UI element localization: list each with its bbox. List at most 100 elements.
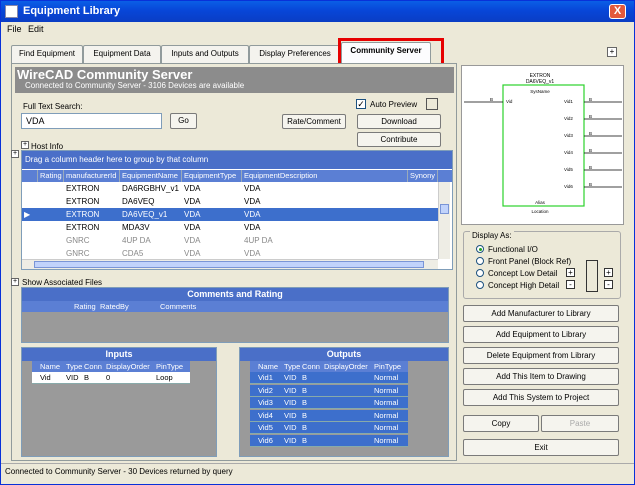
table-row[interactable]: Vid VID B 0 Loop	[32, 372, 190, 384]
copy-button[interactable]: Copy	[463, 415, 539, 432]
table-row[interactable]: Vid2 VID B Normal	[250, 384, 408, 397]
outputs-col[interactable]: Name	[258, 361, 278, 372]
concept-right-minus-icon[interactable]: -	[604, 280, 613, 289]
cell-equipment-description: VDA	[244, 197, 261, 206]
cell-equipment-type: VDA	[184, 197, 201, 206]
cell-equipment-description: VDA	[244, 210, 261, 219]
grid-hscrollbar[interactable]	[22, 259, 438, 269]
inputs-title: Inputs	[22, 348, 216, 361]
add-item-to-drawing-button[interactable]: Add This Item to Drawing	[463, 368, 619, 385]
radio-front-panel[interactable]	[476, 257, 484, 265]
col-comment-rating[interactable]: Rating	[74, 301, 96, 312]
option-front-panel[interactable]: Front Panel (Block Ref)	[488, 257, 571, 266]
rate-comment-button[interactable]: Rate/Comment	[282, 114, 346, 129]
concept-right-plus-icon[interactable]: +	[604, 268, 613, 277]
inputs-cell: B	[84, 373, 90, 382]
preview-output-label: Vid6	[564, 184, 573, 189]
outputs-col[interactable]: Type	[284, 361, 300, 372]
menu-edit[interactable]: Edit	[28, 24, 44, 34]
contribute-button[interactable]: Contribute	[357, 132, 441, 147]
outputs-cell: Normal	[374, 385, 399, 395]
hscroll-thumb[interactable]	[34, 261, 424, 268]
app-icon	[5, 5, 18, 18]
table-row[interactable]: EXTRON MDA3V VDA VDA	[22, 221, 438, 234]
option-functional-io[interactable]: Functional I/O	[488, 245, 538, 254]
auto-preview-checkbox[interactable]: ✓	[356, 99, 366, 109]
radio-concept-low[interactable]	[476, 269, 484, 277]
expand-icon[interactable]: +	[607, 47, 617, 57]
cell-equipment-name: DA6VEQ	[122, 197, 155, 206]
col-equipment-type[interactable]: EquipmentType	[182, 170, 242, 182]
cell-equipment-type: VDA	[184, 223, 201, 232]
inputs-col[interactable]: Type	[66, 361, 82, 372]
row-selector: ▶	[24, 210, 31, 219]
table-row[interactable]: Vid3 VID B Normal	[250, 397, 408, 409]
concept-high-minus-icon[interactable]: -	[566, 280, 575, 289]
preview-toggle[interactable]	[426, 98, 438, 110]
table-row[interactable]: GNRC 4UP DA VDA 4UP DA	[22, 234, 438, 247]
radio-functional-io[interactable]	[476, 245, 484, 253]
inputs-col[interactable]: Name	[40, 361, 60, 372]
col-rating[interactable]: Rating	[38, 170, 64, 182]
equipment-library-window: Equipment Library X File Edit Find Equip…	[0, 0, 635, 485]
col-synonym[interactable]: Synony	[408, 170, 438, 182]
tab-display-preferences[interactable]: Display Preferences	[249, 45, 341, 63]
table-row[interactable]: Vid5 VID B Normal	[250, 422, 408, 434]
table-row[interactable]: Vid6 VID B Normal	[250, 434, 408, 447]
add-system-to-project-button[interactable]: Add This System to Project	[463, 389, 619, 406]
inputs-col[interactable]: DisplayOrder	[106, 361, 150, 372]
outputs-cell: Vid3	[258, 398, 273, 407]
search-input[interactable]: VDA	[21, 113, 162, 129]
option-concept-high[interactable]: Concept High Detail	[488, 281, 559, 290]
grid-vscrollbar[interactable]	[438, 182, 450, 259]
preview-output-label: Vid1	[564, 99, 573, 104]
assoc-files-expand-icon[interactable]: +	[11, 278, 19, 286]
table-row[interactable]: EXTRON DA6RGBHV_v1 VDA VDA	[22, 182, 438, 195]
cell-manufacturer: EXTRON	[66, 210, 100, 219]
cell-equipment-name: DA6VEQ_v1	[122, 210, 168, 219]
menu-file[interactable]: File	[7, 24, 22, 34]
outputs-col[interactable]: DisplayOrder	[324, 361, 368, 372]
outputs-cell: VID	[284, 398, 297, 407]
cell-equipment-type: VDA	[184, 184, 201, 193]
tab-equipment-data[interactable]: Equipment Data	[83, 45, 161, 63]
concept-low-plus-icon[interactable]: +	[566, 268, 575, 277]
tab-find-equipment[interactable]: Find Equipment	[11, 45, 83, 63]
close-button[interactable]: X	[609, 4, 626, 19]
preview-location: Location	[531, 209, 549, 214]
col-comments[interactable]: Comments	[160, 301, 196, 312]
add-equipment-button[interactable]: Add Equipment to Library	[463, 326, 619, 343]
paste-button[interactable]: Paste	[541, 415, 619, 432]
outputs-cell: Vid6	[258, 435, 273, 445]
outputs-cell: B	[302, 423, 308, 432]
title-bar[interactable]: Equipment Library X	[1, 1, 634, 22]
outputs-cell: Vid1	[258, 373, 273, 382]
tab-inputs-outputs[interactable]: Inputs and Outputs	[161, 45, 249, 63]
status-text: Connected to Community Server - 30 Devic…	[5, 467, 233, 476]
row-selector	[22, 234, 38, 247]
option-concept-low[interactable]: Concept Low Detail	[488, 269, 557, 278]
outputs-col[interactable]: Conn	[302, 361, 320, 372]
vscroll-thumb[interactable]	[440, 204, 449, 214]
table-row[interactable]: EXTRON DA6VEQ VDA VDA	[22, 195, 438, 208]
table-row[interactable]: ▶ EXTRON DA6VEQ_v1 VDA VDA	[22, 208, 438, 221]
host-info-expand-icon[interactable]: +	[21, 141, 29, 149]
col-equipment-description[interactable]: EquipmentDescription	[242, 170, 408, 182]
inputs-col[interactable]: Conn	[84, 361, 102, 372]
col-equipment-name[interactable]: EquipmentName	[120, 170, 182, 182]
delete-equipment-button[interactable]: Delete Equipment from Library	[463, 347, 619, 364]
grid-expand-icon[interactable]: +	[11, 150, 19, 158]
inputs-col[interactable]: PinType	[156, 361, 183, 372]
download-button[interactable]: Download	[357, 114, 441, 129]
preview-output-conn: B	[589, 148, 592, 153]
outputs-cell: Normal	[374, 398, 399, 407]
col-rated-by[interactable]: RatedBy	[100, 301, 129, 312]
col-manufacturer[interactable]: manufacturerId	[64, 170, 120, 182]
outputs-col[interactable]: PinType	[374, 361, 401, 372]
go-button[interactable]: Go	[170, 113, 197, 129]
radio-concept-high[interactable]	[476, 281, 484, 289]
table-row[interactable]: Vid4 VID B Normal	[250, 409, 408, 422]
exit-button[interactable]: Exit	[463, 439, 619, 456]
table-row[interactable]: Vid1 VID B Normal	[250, 372, 408, 384]
add-manufacturer-button[interactable]: Add Manufacturer to Library	[463, 305, 619, 322]
